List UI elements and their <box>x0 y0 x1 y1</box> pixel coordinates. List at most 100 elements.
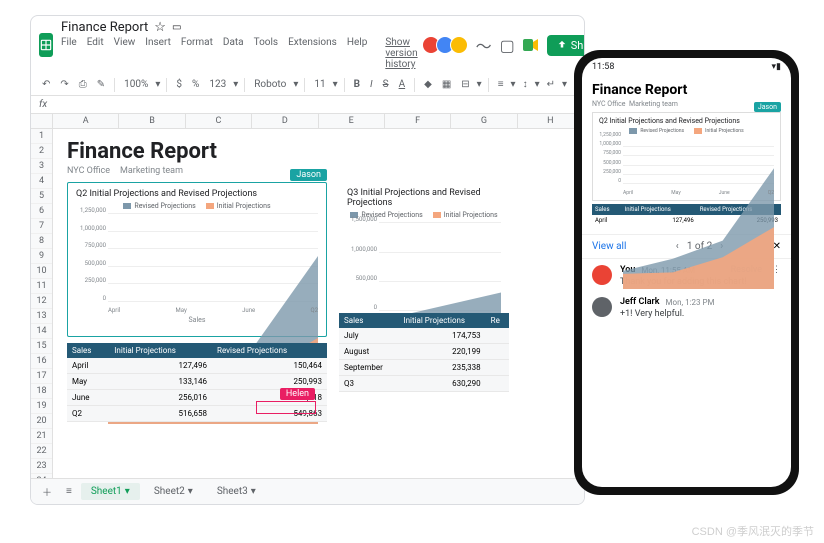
row-header[interactable]: 17 <box>31 369 52 384</box>
row-header[interactable]: 2 <box>31 144 52 159</box>
trend-icon[interactable]: 〜 <box>476 33 492 57</box>
valign-btn[interactable]: ↕ <box>520 77 531 92</box>
phone-signal-icons: ▾▮ <box>772 62 781 72</box>
text-color-btn[interactable]: A <box>396 77 409 92</box>
formula-bar[interactable]: fx <box>31 96 584 114</box>
view-all-link[interactable]: View all <box>592 241 626 252</box>
font-select[interactable]: Roboto <box>251 77 289 92</box>
phone-mockup: 11:58 ▾▮ Finance Report NYC Office Marke… <box>574 50 799 495</box>
comment-time: Mon, 1:23 PM <box>666 298 715 307</box>
fill-btn[interactable]: ◆ <box>421 77 435 92</box>
italic-btn[interactable]: I <box>367 77 376 92</box>
row-header[interactable]: 7 <box>31 219 52 234</box>
add-sheet-btn[interactable]: ＋ <box>37 481 57 502</box>
row-header[interactable]: 20 <box>31 414 52 429</box>
collaborator-tag-jason: Jason <box>290 169 327 181</box>
spreadsheet-grid[interactable]: A B C D E F G H 123456789101112131415161… <box>31 114 584 505</box>
pct-btn[interactable]: % <box>189 77 202 92</box>
row-header[interactable]: 11 <box>31 279 52 294</box>
row-header[interactable]: 9 <box>31 249 52 264</box>
toolbar: ↶ ↷ ⎙ ✎ 100%▾ $ % 123▾ Roboto▾ 11▾ B I S… <box>31 74 584 96</box>
print-btn[interactable]: ⎙ <box>76 77 90 92</box>
row-header[interactable]: 6 <box>31 204 52 219</box>
menu-format[interactable]: Format <box>181 37 213 70</box>
row-header[interactable]: 12 <box>31 294 52 309</box>
col-header[interactable]: E <box>319 114 385 128</box>
row-header[interactable]: 3 <box>31 159 52 174</box>
all-sheets-btn[interactable]: ≡ <box>61 483 77 500</box>
menu-file[interactable]: File <box>61 37 77 70</box>
col-header[interactable]: A <box>53 114 119 128</box>
menubar: File Edit View Insert Format Data Tools … <box>61 37 418 70</box>
menu-tools[interactable]: Tools <box>254 37 278 70</box>
collaborator-tag-helen: Helen <box>280 388 315 400</box>
subtitle-office: NYC Office <box>67 166 110 176</box>
strike-btn[interactable]: S <box>380 77 392 92</box>
chart-title: Q3 Initial Projections and Revised Proje… <box>347 188 501 208</box>
watermark: CSDN @季风泯灭的季节 <box>692 523 814 539</box>
row-header[interactable]: 13 <box>31 309 52 324</box>
sheet-tab[interactable]: Sheet3 ▾ <box>207 483 266 500</box>
share-button[interactable]: Share <box>547 35 585 56</box>
menu-insert[interactable]: Insert <box>145 37 171 70</box>
star-icon[interactable]: ☆ <box>154 20 166 35</box>
redo-btn[interactable]: ↷ <box>57 77 71 92</box>
comment-icon[interactable]: ▢ <box>500 36 515 55</box>
undo-btn[interactable]: ↶ <box>39 77 53 92</box>
col-header[interactable]: C <box>186 114 252 128</box>
row-header[interactable]: 5 <box>31 189 52 204</box>
row-header[interactable]: 15 <box>31 339 52 354</box>
titlebar: Finance Report ☆ ▭ File Edit View Insert… <box>31 16 584 74</box>
phone-chart[interactable]: Q2 Initial Projections and Revised Proje… <box>592 112 781 201</box>
row-header[interactable]: 23 <box>31 459 52 474</box>
row-header[interactable]: 19 <box>31 399 52 414</box>
row-header[interactable]: 18 <box>31 384 52 399</box>
comment-author: Jeff Clark <box>620 297 660 307</box>
phone-doc-title: Finance Report <box>582 76 791 100</box>
col-header[interactable]: D <box>252 114 318 128</box>
sheet-tabs: ＋ ≡ Sheet1 ▾ Sheet2 ▾ Sheet3 ▾ <box>31 478 584 504</box>
menu-edit[interactable]: Edit <box>87 37 104 70</box>
meet-icon[interactable] <box>523 39 539 51</box>
row-header[interactable]: 10 <box>31 264 52 279</box>
sheet-tab[interactable]: Sheet1 ▾ <box>81 483 140 500</box>
row-header[interactable]: 22 <box>31 444 52 459</box>
sheet-tab[interactable]: Sheet2 ▾ <box>144 483 203 500</box>
q2-chart[interactable]: Jason Q2 Initial Projections and Revised… <box>67 182 327 337</box>
row-header[interactable]: 1 <box>31 129 52 144</box>
avatar <box>592 265 612 285</box>
row-header[interactable]: 8 <box>31 234 52 249</box>
merge-btn[interactable]: ⊟ <box>458 77 472 92</box>
move-icon[interactable]: ▭ <box>172 22 181 33</box>
zoom-select[interactable]: 100% <box>121 77 151 92</box>
q2-table[interactable]: SalesInitial ProjectionsRevised Projecti… <box>67 343 327 422</box>
phone-jason-tag: Jason <box>754 102 781 112</box>
q3-table[interactable]: SalesInitial ProjectionsRe July174,753 A… <box>339 313 509 392</box>
border-btn[interactable]: ▦ <box>439 77 454 92</box>
chart-title: Q2 Initial Projections and Revised Proje… <box>76 189 318 199</box>
menu-help[interactable]: Help <box>347 37 367 70</box>
dec-btn[interactable]: 123 <box>206 77 229 92</box>
menu-view[interactable]: View <box>114 37 136 70</box>
halign-btn[interactable]: ≡ <box>495 77 507 92</box>
row-header[interactable]: 14 <box>31 324 52 339</box>
bold-btn[interactable]: B <box>351 77 363 92</box>
size-select[interactable]: 11 <box>311 77 328 92</box>
phone-time: 11:58 <box>592 62 614 72</box>
row-header[interactable]: 21 <box>31 429 52 444</box>
sheets-logo <box>39 33 53 57</box>
money-btn[interactable]: $ <box>173 77 185 92</box>
menu-data[interactable]: Data <box>223 37 244 70</box>
menu-extensions[interactable]: Extensions <box>288 37 337 70</box>
version-history-link[interactable]: Show version history <box>385 37 417 70</box>
col-header[interactable]: F <box>385 114 451 128</box>
doc-title[interactable]: Finance Report <box>61 20 148 35</box>
row-header[interactable]: 16 <box>31 354 52 369</box>
col-header[interactable]: B <box>119 114 185 128</box>
wrap-btn[interactable]: ↵ <box>544 77 558 92</box>
row-header[interactable]: 4 <box>31 174 52 189</box>
avatar <box>592 297 612 317</box>
paint-btn[interactable]: ✎ <box>94 77 108 92</box>
col-header[interactable]: G <box>451 114 517 128</box>
collaborator-avatars[interactable] <box>426 36 468 54</box>
